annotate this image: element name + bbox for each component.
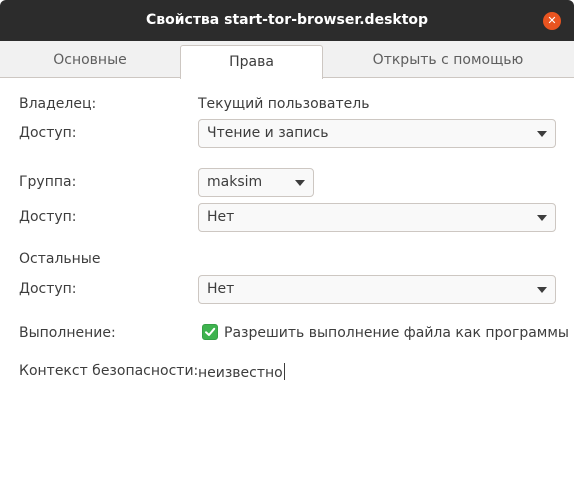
text-cursor — [283, 363, 285, 380]
security-context-label: Контекст безопасности: — [19, 363, 199, 379]
group-access-value: Нет — [207, 209, 235, 225]
checkmark-icon — [205, 327, 216, 336]
window-title: Свойства start-tor-browser.desktop — [145, 12, 429, 28]
owner-label: Владелец: — [19, 96, 97, 112]
others-access-select[interactable]: Нет — [198, 275, 556, 304]
tab-basic[interactable]: Основные — [0, 41, 180, 77]
group-value: maksim — [207, 174, 263, 190]
title-bar[interactable]: Свойства start-tor-browser.desktop ✕ — [0, 0, 574, 41]
owner-value: Текущий пользователь — [198, 96, 370, 112]
group-label: Группа: — [19, 174, 77, 190]
security-context-field[interactable]: неизвестно — [198, 363, 285, 381]
group-select[interactable]: maksim — [198, 168, 314, 197]
others-label: Остальные — [19, 251, 101, 267]
close-icon: ✕ — [547, 14, 557, 27]
group-access-select[interactable]: Нет — [198, 203, 556, 232]
owner-access-select[interactable]: Чтение и запись — [198, 119, 556, 148]
owner-access-value: Чтение и запись — [207, 125, 329, 141]
execute-label: Выполнение: — [19, 325, 116, 341]
tab-open-with[interactable]: Открыть с помощью — [322, 41, 574, 77]
execute-checkbox[interactable] — [202, 324, 218, 340]
security-context-value: неизвестно — [198, 365, 283, 381]
group-access-label: Доступ: — [19, 209, 77, 225]
close-button[interactable]: ✕ — [543, 12, 561, 30]
others-access-label: Доступ: — [19, 281, 77, 297]
chevron-down-icon — [537, 131, 547, 137]
tab-permissions[interactable]: Права — [180, 45, 323, 79]
chevron-down-icon — [537, 215, 547, 221]
chevron-down-icon — [295, 180, 305, 186]
owner-access-label: Доступ: — [19, 125, 77, 141]
execute-checkbox-label[interactable]: Разрешить выполнение файла как программы — [224, 325, 569, 341]
others-access-value: Нет — [207, 281, 235, 297]
tab-bar: Основные Права Открыть с помощью — [0, 41, 574, 79]
properties-window: Свойства start-tor-browser.desktop ✕ Осн… — [0, 0, 574, 482]
chevron-down-icon — [537, 287, 547, 293]
